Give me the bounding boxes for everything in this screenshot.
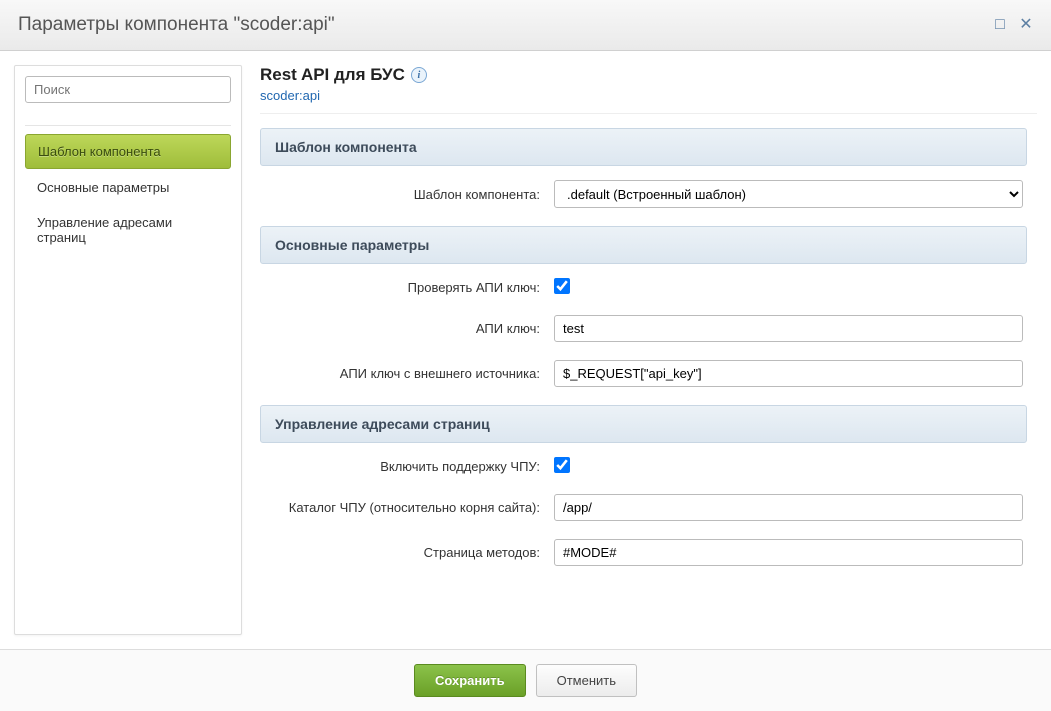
enable-sef-checkbox[interactable] [554,457,570,473]
row-methods-page: Страница методов: [260,539,1027,566]
sidebar-divider [25,125,231,126]
info-icon[interactable]: i [411,67,427,83]
row-api-key-ext: АПИ ключ с внешнего источника: [260,360,1027,387]
page-title-text: Rest API для БУС [260,65,405,85]
row-api-key: АПИ ключ: [260,315,1027,342]
label-enable-sef: Включить поддержку ЧПУ: [264,459,554,474]
control-methods-page [554,539,1023,566]
sidebar-item-template[interactable]: Шаблон компонента [25,134,231,169]
maximize-icon[interactable]: □ [993,18,1007,32]
section-header-basic: Основные параметры [260,226,1027,264]
save-button[interactable]: Сохранить [414,664,526,697]
dialog-header: Параметры компонента "scoder:api" □ ✕ [0,0,1051,51]
form-scroll-area[interactable]: Шаблон компонента Шаблон компонента: .de… [260,128,1037,635]
control-enable-sef [554,457,1023,476]
control-api-key-ext [554,360,1023,387]
row-sef-folder: Каталог ЧПУ (относительно корня сайта): [260,494,1027,521]
label-check-api: Проверять АПИ ключ: [264,280,554,295]
main-panel: Rest API для БУС i scoder:api Шаблон ком… [260,65,1037,635]
sidebar-item-basic-params[interactable]: Основные параметры [25,171,231,204]
component-settings-dialog: Параметры компонента "scoder:api" □ ✕ Ша… [0,0,1051,711]
control-check-api [554,278,1023,297]
sidebar: Шаблон компонента Основные параметры Упр… [14,65,242,635]
label-api-key-ext: АПИ ключ с внешнего источника: [264,366,554,381]
label-template: Шаблон компонента: [264,187,554,202]
sef-folder-input[interactable] [554,494,1023,521]
control-template: .default (Встроенный шаблон) [554,180,1023,208]
dialog-window-controls: □ ✕ [993,18,1033,32]
close-icon[interactable]: ✕ [1019,18,1033,32]
cancel-button[interactable]: Отменить [536,664,637,697]
section-header-template: Шаблон компонента [260,128,1027,166]
row-template: Шаблон компонента: .default (Встроенный … [260,180,1027,208]
row-check-api: Проверять АПИ ключ: [260,278,1027,297]
dialog-body: Шаблон компонента Основные параметры Упр… [0,51,1051,649]
search-input[interactable] [25,76,231,103]
dialog-title: Параметры компонента "scoder:api" [18,14,335,36]
label-methods-page: Страница методов: [264,545,554,560]
dialog-footer: Сохранить Отменить [0,649,1051,711]
row-enable-sef: Включить поддержку ЧПУ: [260,457,1027,476]
api-key-input[interactable] [554,315,1023,342]
api-key-ext-input[interactable] [554,360,1023,387]
page-title: Rest API для БУС i [260,65,1037,85]
check-api-checkbox[interactable] [554,278,570,294]
template-select[interactable]: .default (Встроенный шаблон) [554,180,1023,208]
component-id: scoder:api [260,88,1037,103]
control-api-key [554,315,1023,342]
main-header: Rest API для БУС i scoder:api [260,65,1037,114]
sidebar-item-sef[interactable]: Управление адресами страниц [25,206,231,254]
control-sef-folder [554,494,1023,521]
section-header-sef: Управление адресами страниц [260,405,1027,443]
methods-page-input[interactable] [554,539,1023,566]
label-sef-folder: Каталог ЧПУ (относительно корня сайта): [264,500,554,515]
label-api-key: АПИ ключ: [264,321,554,336]
